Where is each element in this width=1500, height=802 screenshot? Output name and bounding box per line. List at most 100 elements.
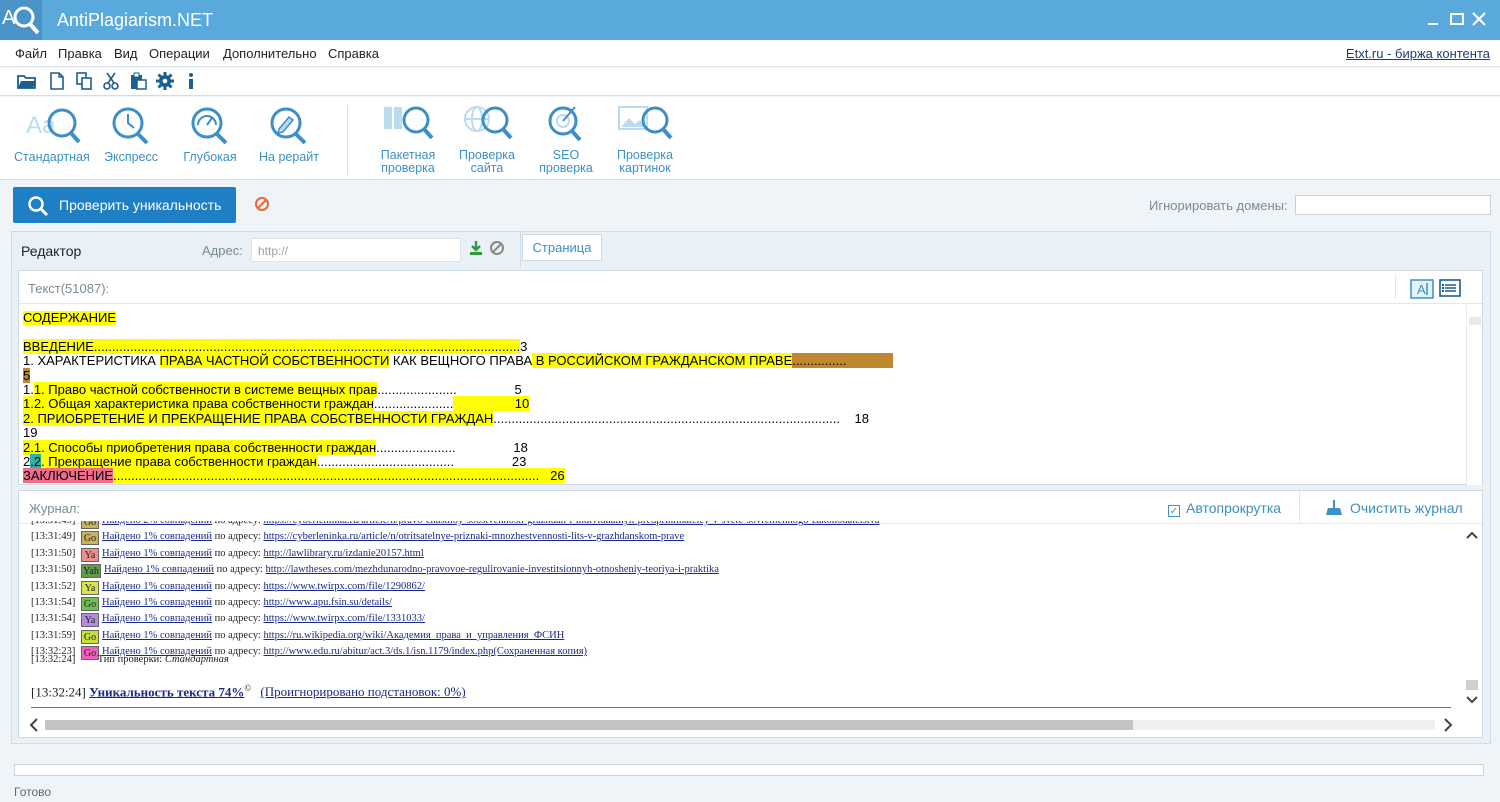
clear-address-icon[interactable] [489,240,505,256]
log-row: [13:31:50] Ya Найдено 1% совпадений по адр… [31,547,424,564]
menu-operations[interactable]: Операции [149,46,210,61]
settings-icon[interactable] [156,72,174,90]
editor-panel: Текст(51087): A СОДЕРЖАНИЕ ВВЕДЕНИЕ......… [18,270,1483,485]
clear-journal-button[interactable]: Очистить журнал [1324,500,1463,516]
editor-text-segment: ПРАВА ЧАСТНОЙ СОБСТВЕННОСТИ [159,353,390,369]
search-icon [28,196,49,217]
match-percent-link[interactable]: Найдено 1% совпадений [102,597,212,608]
rewrite-check-button[interactable]: На рерайт [255,103,323,164]
ignored-substitutions-link[interactable]: (Проигнорировано подстановок: 0%) [260,684,465,699]
stop-icon[interactable] [254,196,270,212]
match-percent-link[interactable]: Найдено 1% совпадений [102,548,212,559]
match-percent-link[interactable]: Найдено 1% совпадений [104,564,214,575]
match-url-link[interactable]: https://www.twirpx.com/file/1331033/ [263,613,424,624]
journal-horizontal-scrollbar[interactable] [23,715,1463,735]
match-url-link[interactable]: https://ru.wikipedia.org/wiki/Академия_п… [263,630,564,641]
match-url-link[interactable]: http://lawtheses.com/mezhdunarodno-pravo… [265,564,718,575]
paste-icon[interactable] [129,72,147,90]
menu-view[interactable]: Вид [114,46,138,61]
log-by-address: по адресу: [212,521,263,526]
menu-help[interactable]: Справка [328,46,379,61]
match-url-link[interactable]: https://cyberleninka.ru/article/n/otrits… [263,531,684,542]
standard-check-label: Стандартная [14,150,90,164]
editor-scrollbar[interactable] [1466,305,1482,485]
site-check-button[interactable]: Проверка сайта [455,103,519,175]
editor-text-segment: ЗАКЛЮЧЕНИЕ [23,468,114,483]
deep-check-label: Глубокая [183,150,237,164]
horizontal-thumb[interactable] [45,720,1133,730]
status-text: Готово [14,785,52,799]
editor-text-segment: ........................................… [113,468,565,483]
download-icon[interactable] [468,240,484,256]
address-input[interactable]: http:// [251,238,461,262]
editor-scrollbar-thumb[interactable] [1469,317,1481,325]
editor-line: ЗАКЛЮЧЕНИЕ..............................… [23,468,1463,483]
etxt-link[interactable]: Etxt.ru - биржа контента [1346,46,1490,61]
address-label: Адрес: [202,243,243,258]
log-time: [13:31:59] [31,629,76,641]
ignore-domains-label: Игнорировать домены: [1149,198,1288,213]
image-check-button[interactable]: Проверка картинок [612,103,678,175]
tab-page[interactable]: Страница [522,234,602,261]
new-document-icon[interactable] [48,72,66,90]
match-url-link[interactable]: http://www.edu.ru/abitur/act.3/ds.1/isn.… [263,646,587,657]
menu-edit[interactable]: Правка [58,46,102,61]
log-row: [13:31:59] Go Найдено 1% совпадений по адр… [31,629,564,646]
match-url-link[interactable]: http://lawlibrary.ru/izdanie20157.html [263,548,423,559]
editor-text-segment: .2 [30,453,42,469]
seo-check-icon [548,106,582,142]
match-url-link[interactable]: http://www.apu.fsin.su/details/ [263,597,392,608]
close-icon[interactable] [1470,10,1488,28]
match-percent-link[interactable]: Найдено 2% совпадений [102,521,212,526]
match-percent-link[interactable]: Найдено 1% совпадений [102,613,212,624]
image-check-label-2: картинок [619,161,671,175]
menu-extra[interactable]: Дополнительно [223,46,317,61]
batch-check-icon [384,106,434,140]
window-title: AntiPlagiarism.NET [57,10,214,30]
autoscroll-checkbox[interactable]: ✓ Автопрокрутка [1168,500,1281,517]
text-view-icon[interactable] [1439,279,1461,297]
app-logo: A [0,0,42,40]
uniqueness-result-link[interactable]: Уникальность текста 74% [89,684,244,699]
search-engine-badge: Go [81,531,99,546]
copy-icon[interactable] [75,72,93,90]
journal-header: Журнал: ✓ Автопрокрутка Очистить журнал [19,491,1482,524]
editor-text-segment: ........................................… [493,410,869,426]
text-format-icon[interactable]: A [1410,279,1434,299]
editor-text-segment: 1.2. Общая характеристика права собствен… [23,396,374,412]
express-check-button[interactable]: Экспресс [100,103,162,164]
scroll-right-icon[interactable] [1441,715,1455,735]
match-percent-link[interactable]: Найдено 1% совпадений [102,531,212,542]
seo-check-button[interactable]: SEO проверка [536,103,596,175]
check-type-value: Стандартная [164,654,229,665]
info-icon[interactable] [184,72,202,90]
deep-check-button[interactable]: Глубокая [179,103,241,164]
journal-vertical-scrollbar[interactable] [1464,527,1480,713]
minimize-icon[interactable] [1424,10,1442,28]
ignore-domains-input[interactable] [1295,195,1491,215]
open-folder-icon[interactable] [17,72,36,90]
editor-text-segment: 3 [520,338,528,354]
editor-text-segment: КАК ВЕЩНОГО ПРАВА [389,353,533,369]
check-uniqueness-button[interactable]: Проверить уникальность [13,187,236,223]
menu-file[interactable]: Файл [15,46,47,61]
scroll-left-icon[interactable] [27,715,41,735]
cut-icon[interactable] [102,72,120,90]
log-row: [13:31:52] Ya Найдено 1% совпадений по адр… [31,580,425,597]
match-percent-link[interactable]: Найдено 1% совпадений [102,581,212,592]
editor-header-separator [1395,275,1396,299]
maximize-icon[interactable] [1448,10,1466,28]
editor-line: 1.2. Общая характеристика права собствен… [23,396,1463,412]
match-url-link[interactable]: https://cyberleninka.ru/article/n/pravo-… [263,521,879,526]
standard-check-button[interactable]: Aa Стандартная [14,103,90,164]
match-percent-link[interactable]: Найдено 1% совпадений [102,630,212,641]
editor-text-segment: ...................... [373,396,454,412]
match-url-link[interactable]: https://www.twirpx.com/file/1290862/ [263,581,424,592]
editor-text-segment: В РОССИЙСКОМ ГРАЖДАНСКОМ ПРАВЕ [532,353,793,369]
summary-time: [13:32:24] [31,684,86,700]
batch-check-button[interactable]: Пакетная проверка [375,103,441,175]
editor-text[interactable]: СОДЕРЖАНИЕ ВВЕДЕНИЕ......................… [23,311,1463,483]
log-time: [13:31:49] [31,531,76,543]
log-time: [13:31:50] [31,547,76,559]
site-check-label-2: сайта [470,161,504,175]
